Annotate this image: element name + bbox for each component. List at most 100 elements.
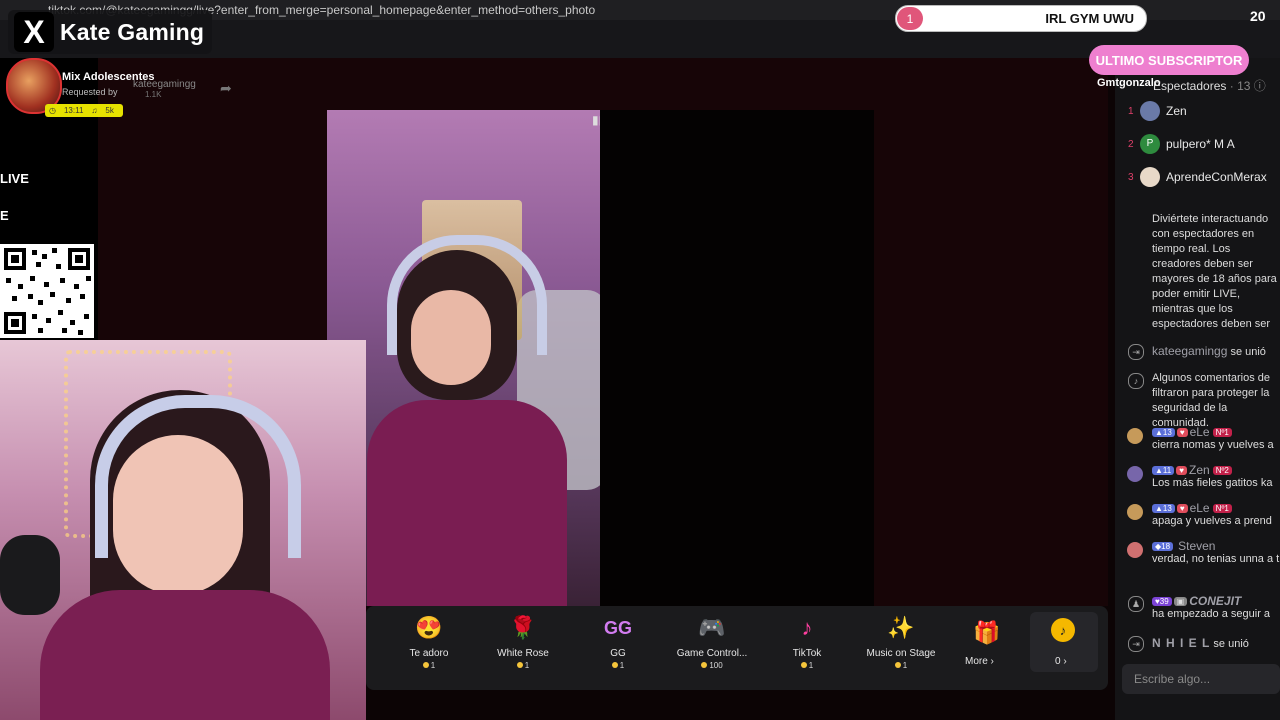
music-stage-icon: ✨ bbox=[887, 615, 915, 640]
tiktok-icon: ♪ bbox=[1128, 373, 1144, 389]
tiktok-icon: ♪ bbox=[801, 615, 813, 640]
top-viewers-count: · 13 bbox=[1229, 79, 1251, 93]
gift-price: 1 bbox=[384, 661, 474, 670]
coin-icon: ♪ bbox=[1051, 618, 1075, 642]
gift-te-adoro[interactable]: 😍 Te adoro 1 bbox=[384, 614, 474, 670]
goal-label: IRL GYM UWU bbox=[1045, 11, 1134, 26]
level-badge: ▲13 bbox=[1152, 504, 1175, 513]
video-letterbox bbox=[600, 110, 874, 606]
level-badge: ▲11 bbox=[1152, 466, 1175, 475]
brand-name: Kate Gaming bbox=[60, 18, 205, 45]
rank-badge: Nº1 bbox=[1212, 428, 1232, 437]
song-plays: 5k bbox=[105, 106, 114, 115]
avatar[interactable] bbox=[1140, 167, 1160, 187]
gift-box-icon[interactable]: 🎁 bbox=[973, 620, 1000, 646]
x-logo-icon: X bbox=[14, 12, 54, 52]
headphones bbox=[95, 395, 301, 558]
gamepad-icon: 🎮 bbox=[698, 615, 726, 640]
rank-number: 3 bbox=[1128, 172, 1134, 183]
chat-message: ◆18 Stevenverdad, no tenias unna a tikto… bbox=[1152, 539, 1280, 565]
join-icon: ⇥ bbox=[1128, 636, 1144, 652]
avatar[interactable] bbox=[1127, 466, 1143, 482]
gift-name: Game Control... bbox=[676, 648, 748, 659]
chat-message: ▲11 ♥ Zen Nº2 Los más fieles gatitos ka bbox=[1152, 463, 1273, 489]
top-viewer-name[interactable]: Zen bbox=[1166, 104, 1187, 118]
gift-music-on-stage[interactable]: ✨ Music on Stage 1 bbox=[856, 614, 946, 670]
webcam-overlay bbox=[0, 340, 366, 720]
fan-badge: ♥ bbox=[1176, 428, 1188, 437]
top-viewer-name[interactable]: pulpero* M A bbox=[1166, 137, 1235, 151]
gg-icon: GG bbox=[603, 618, 632, 638]
coin-balance[interactable]: 0 › bbox=[1055, 656, 1067, 667]
live-label-2: E bbox=[0, 208, 9, 223]
avatar[interactable] bbox=[1127, 504, 1143, 520]
sweater bbox=[367, 400, 567, 606]
headphones bbox=[387, 235, 547, 355]
more-gifts-button[interactable]: More › bbox=[965, 656, 994, 667]
live-label: LIVE bbox=[0, 171, 29, 186]
chat-message: ▲13 ♥ eLe Nº1 cierra nomas y vuelves a bbox=[1152, 425, 1274, 451]
top-viewers-header[interactable]: Espectadores · 13 ⓘ bbox=[1153, 77, 1266, 94]
goal-count: 20 bbox=[1250, 8, 1266, 24]
fan-badge: ♥ bbox=[1176, 504, 1188, 513]
last-subscriber-banner: ULTIMO SUBSCRIPTOR bbox=[1089, 45, 1249, 75]
gift-game-controller[interactable]: 🎮 Game Control... 100 bbox=[667, 614, 757, 670]
chat-input[interactable] bbox=[1132, 671, 1276, 687]
gift-tiktok[interactable]: ♪ TikTok 1 bbox=[762, 614, 852, 670]
goal-number: 1 bbox=[897, 7, 923, 30]
top-viewer-name[interactable]: AprendeConMerax bbox=[1166, 170, 1267, 184]
song-info-pill: ◷ 13:11 ♫ 5k bbox=[45, 104, 123, 117]
last-subscriber-name: Gmtgonzalo bbox=[1097, 77, 1161, 89]
avatar[interactable] bbox=[1140, 101, 1160, 121]
goal-bar: 1 IRL GYM UWU bbox=[895, 5, 1147, 32]
join-icon: ⇥ bbox=[1128, 344, 1144, 360]
song-likes: 1.1K bbox=[145, 90, 162, 99]
fan-badge: ▣ bbox=[1173, 597, 1188, 606]
gift-price: 1 bbox=[762, 661, 852, 670]
sweater bbox=[40, 590, 330, 720]
chat-message: N H I E L se unió bbox=[1152, 636, 1249, 650]
rank-badge: Nº2 bbox=[1212, 466, 1232, 475]
gift-gg[interactable]: GG GG 1 bbox=[573, 614, 663, 670]
top-viewers-label: Espectadores bbox=[1153, 79, 1227, 93]
rank-number: 1 bbox=[1128, 106, 1134, 117]
share-icon[interactable]: ➦ bbox=[220, 80, 232, 97]
follow-icon: ♟ bbox=[1128, 596, 1144, 612]
rose-icon: 🌹 bbox=[509, 615, 537, 640]
microphone bbox=[0, 535, 60, 615]
gift-name: GG bbox=[610, 648, 626, 659]
chat-message: ♥39 ▣ CONEJIT ha empezado a seguir a bbox=[1152, 594, 1271, 620]
level-badge: ♥39 bbox=[1152, 597, 1172, 606]
love-face-icon: 😍 bbox=[415, 615, 443, 640]
info-icon[interactable]: ⓘ bbox=[1254, 79, 1266, 93]
clock-icon: ◷ bbox=[49, 106, 56, 115]
gift-price: 100 bbox=[667, 661, 757, 670]
rank-number: 2 bbox=[1128, 139, 1134, 150]
avatar[interactable] bbox=[1127, 542, 1143, 558]
live-video[interactable] bbox=[327, 110, 600, 606]
song-requested-by: Requested by bbox=[62, 87, 118, 97]
avatar[interactable] bbox=[1127, 428, 1143, 444]
brand-overlay: X Kate Gaming bbox=[8, 10, 213, 54]
rank-badge: Nº1 bbox=[1212, 504, 1232, 513]
level-badge: ◆18 bbox=[1152, 542, 1174, 551]
fan-badge: ♥ bbox=[1176, 466, 1187, 475]
chat-message: ▲13 ♥ eLe Nº1 apaga y vuelves a prend bbox=[1152, 501, 1272, 527]
level-badge: ▲13 bbox=[1152, 428, 1175, 437]
gift-name: White Rose bbox=[497, 648, 549, 659]
gift-name: Te adoro bbox=[409, 648, 449, 659]
gift-name: TikTok bbox=[792, 648, 822, 659]
qr-code bbox=[0, 244, 94, 338]
gift-name: Music on Stage bbox=[866, 648, 936, 659]
gift-price: 1 bbox=[856, 661, 946, 670]
music-note-icon: ♫ bbox=[91, 106, 98, 115]
song-user: kateegamingg bbox=[133, 79, 196, 90]
chat-message: Algunos comentarios de filtraron para pr… bbox=[1152, 372, 1271, 429]
gift-price: 1 bbox=[478, 661, 568, 670]
chat-input-box[interactable] bbox=[1122, 664, 1280, 694]
chat-message: kateegamingg se unió bbox=[1152, 344, 1266, 358]
gift-price: 1 bbox=[573, 661, 663, 670]
gift-white-rose[interactable]: 🌹 White Rose 1 bbox=[478, 614, 568, 670]
song-time: 13:11 bbox=[63, 106, 84, 115]
avatar[interactable]: P bbox=[1140, 134, 1160, 154]
